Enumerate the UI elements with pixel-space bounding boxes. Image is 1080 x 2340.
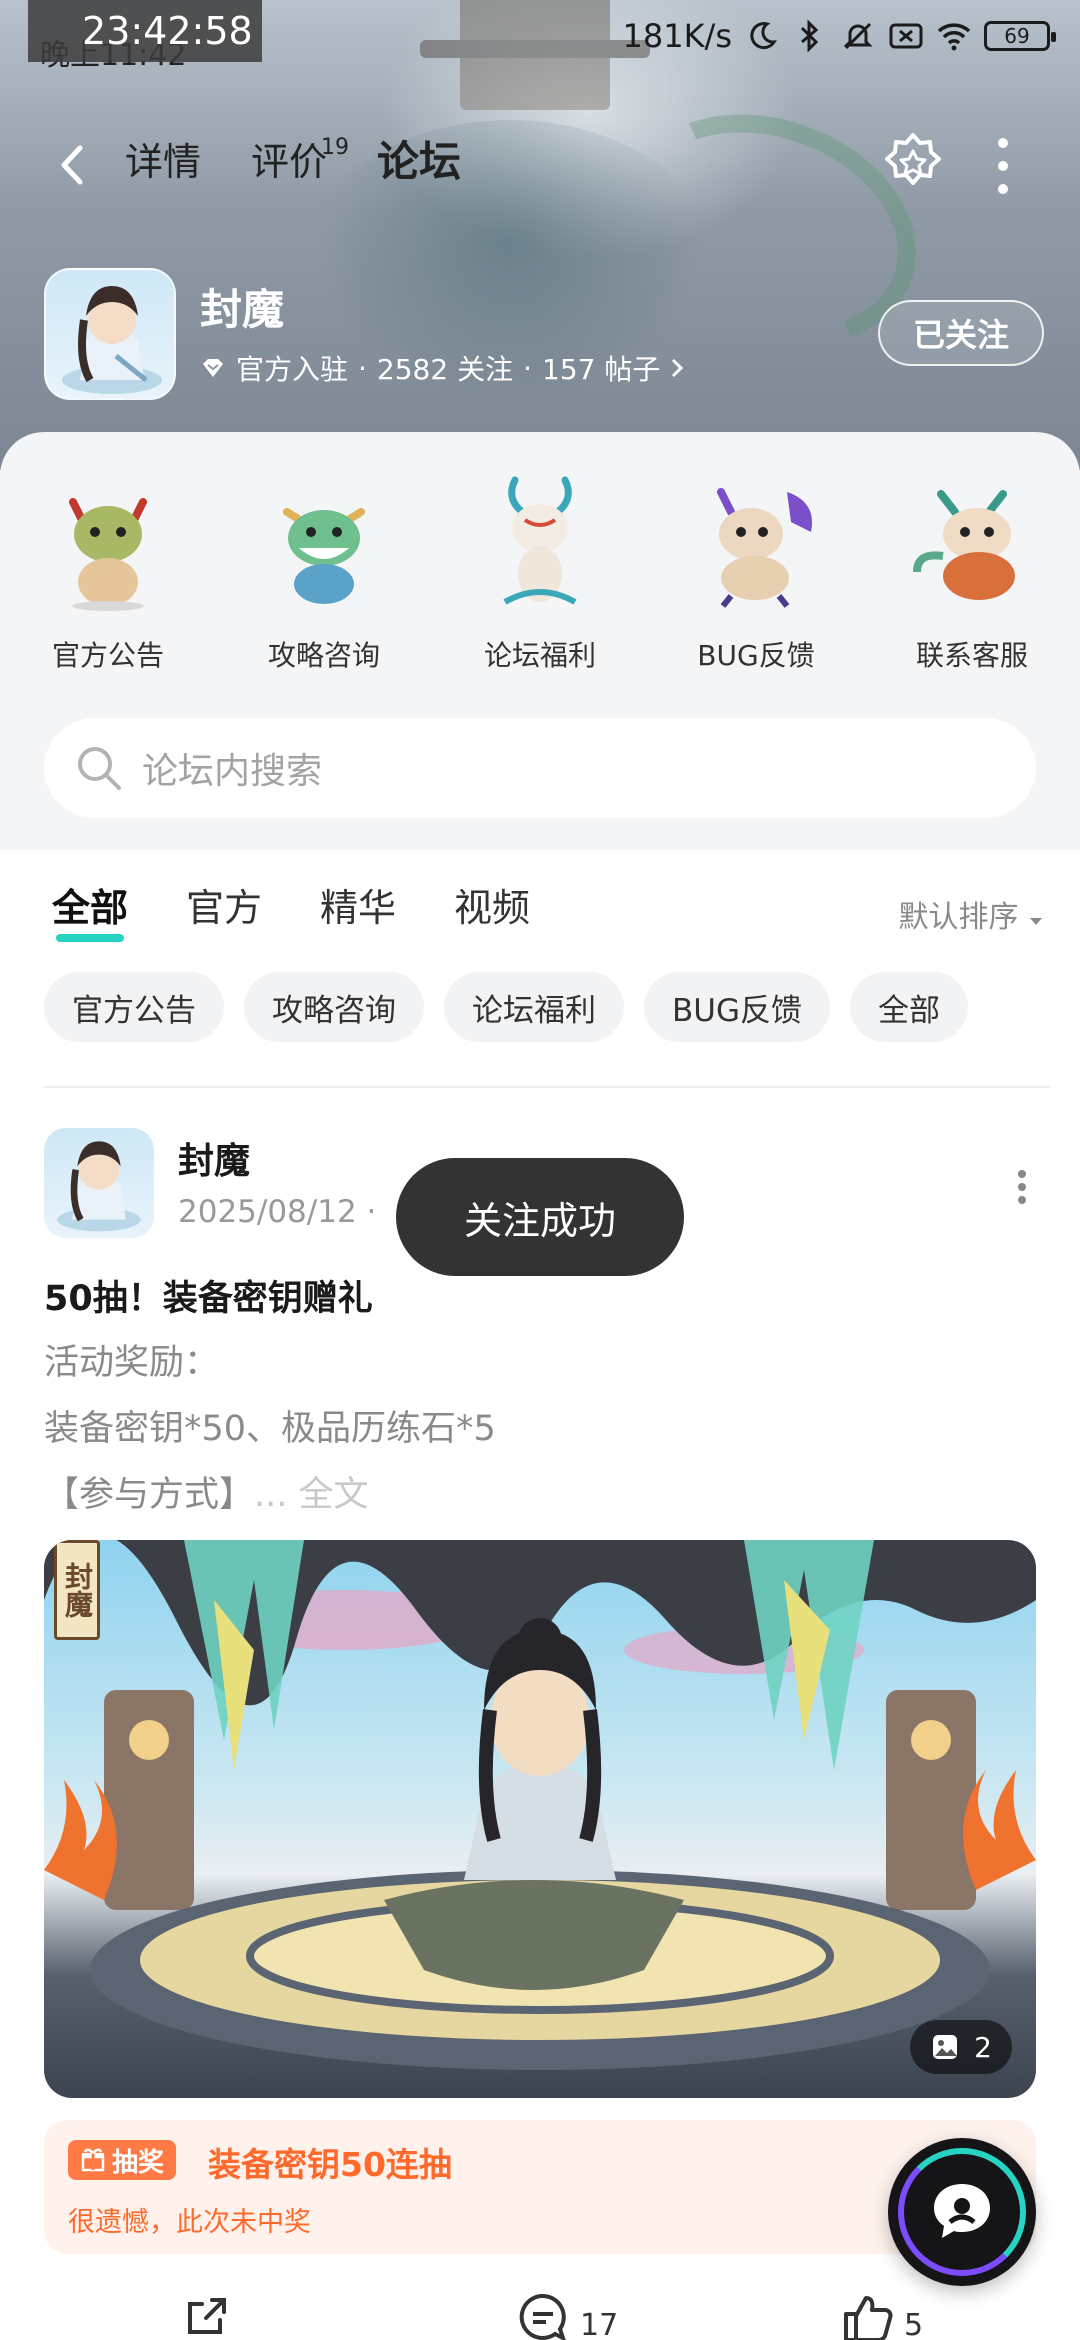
wifi-icon	[936, 18, 972, 54]
category-benefits[interactable]: 论坛福利	[432, 472, 648, 674]
image-gallery-icon	[933, 2035, 958, 2059]
caret-down-icon	[1030, 918, 1042, 925]
dragon-mascot-icon	[475, 472, 605, 612]
post-date: 2025/08/12 ·	[178, 1194, 377, 1230]
search-icon	[78, 747, 121, 790]
dragon-mascot-icon	[691, 472, 821, 612]
category-support[interactable]: 联系客服	[864, 472, 1080, 674]
post-more-button[interactable]	[1018, 1170, 1030, 1204]
chevron-left-icon	[61, 145, 83, 185]
post-filter: 全部 官方 精华 视频 默认排序 官方公告 攻略咨询 论坛福利 BUG反馈 全部	[0, 850, 1080, 1090]
filter-tab-featured[interactable]: 精华	[320, 880, 396, 936]
favorite-button[interactable]	[880, 130, 946, 196]
post-body[interactable]: 活动奖励： 装备密钥*50、极品历练石*5 【参与方式】... 全文	[44, 1330, 496, 1528]
image-count-badge: 2	[910, 2020, 1012, 2074]
forum-search-input[interactable]: 论坛内搜索	[44, 718, 1036, 818]
lottery-card[interactable]: 抽奖 装备密钥50连抽 很遗憾，此次未中奖	[44, 2120, 1036, 2254]
share-icon	[188, 2298, 226, 2334]
back-button[interactable]	[50, 140, 100, 190]
divider	[44, 1086, 1050, 1088]
category-announcement[interactable]: 官方公告	[0, 472, 216, 674]
filter-tab-official[interactable]: 官方	[186, 880, 262, 936]
network-speed: 181K/s	[622, 17, 732, 55]
chip-all[interactable]: 全部	[849, 972, 968, 1042]
filter-tab-video[interactable]: 视频	[454, 880, 530, 936]
filter-tab-all[interactable]: 全部	[52, 880, 128, 942]
like-button[interactable]: 5	[840, 2290, 923, 2340]
chip-benefits[interactable]: 论坛福利	[444, 972, 624, 1042]
dragon-mascot-icon	[43, 472, 173, 612]
dragon-mascot-icon	[907, 472, 1037, 612]
status-bar: 晚上11:42 23:42:58 181K/s 69	[0, 0, 1080, 73]
official-label: 官方入驻	[236, 353, 349, 386]
lottery-result: 很遗憾，此次未中奖	[68, 2207, 311, 2238]
game-header: 封魔 官方入驻 · 2582 关注 · 157 帖子 已关注	[44, 268, 1044, 400]
review-count-badge: 19	[321, 135, 350, 160]
toast-message: 关注成功	[396, 1158, 684, 1276]
verified-diamond-icon	[203, 359, 223, 377]
star-badge-icon	[885, 133, 941, 185]
category-guides[interactable]: 攻略咨询	[216, 472, 432, 674]
chevron-right-icon	[672, 358, 684, 378]
chip-announcement[interactable]: 官方公告	[44, 972, 224, 1042]
avatar[interactable]	[44, 1128, 154, 1238]
comment-icon	[519, 2293, 566, 2340]
post-author[interactable]: 封魔	[178, 1132, 250, 1184]
chat-bubble-icon	[934, 2184, 990, 2238]
post-actions: 17 5	[0, 2290, 1080, 2340]
post-count[interactable]: 157 帖子	[542, 348, 660, 388]
category-panel: 官方公告 攻略咨询 论坛福利 BUG反馈 联系客服 论坛内搜索	[0, 432, 1080, 850]
lottery-title: 装备密钥50连抽	[208, 2145, 452, 2184]
mute-bell-icon	[840, 18, 876, 54]
moon-icon	[744, 18, 780, 54]
search-placeholder: 论坛内搜索	[142, 751, 323, 792]
thumbs-up-icon	[844, 2296, 893, 2340]
lottery-badge: 抽奖	[68, 2140, 177, 2180]
game-logo-seal: 封魔	[54, 1540, 100, 1640]
sort-dropdown[interactable]: 默认排序	[898, 892, 1044, 936]
like-count: 5	[904, 2308, 924, 2340]
tab-details[interactable]: 详情	[125, 134, 201, 190]
category-bug-report[interactable]: BUG反馈	[648, 472, 864, 674]
follow-button[interactable]: 已关注	[878, 300, 1044, 366]
new-post-fab[interactable]	[888, 2138, 1036, 2286]
bluetooth-icon	[792, 18, 828, 54]
game-title: 封魔	[200, 285, 285, 334]
read-more-link[interactable]: ... 全文	[254, 1475, 369, 1515]
game-icon[interactable]	[44, 268, 176, 400]
post-image[interactable]: 封魔 2	[44, 1540, 1036, 2098]
share-button[interactable]	[180, 2290, 234, 2340]
post-title[interactable]: 50抽！装备密钥赠礼	[44, 1270, 373, 1321]
top-nav: 详情 评价 19 论坛	[0, 120, 1080, 210]
tab-reviews[interactable]: 评价 19	[251, 134, 349, 190]
gift-icon	[81, 2148, 105, 2172]
comment-button[interactable]: 17	[516, 2290, 618, 2340]
sim-off-icon	[888, 18, 924, 54]
more-options-button[interactable]	[990, 138, 1016, 194]
clock-overlay: 23:42:58	[28, 0, 262, 62]
battery-indicator: 69	[984, 21, 1056, 51]
chip-guides[interactable]: 攻略咨询	[244, 972, 424, 1042]
chip-bug-report[interactable]: BUG反馈	[644, 972, 830, 1042]
dragon-mascot-icon	[259, 472, 389, 612]
tab-forum[interactable]: 论坛	[377, 134, 462, 192]
comment-count: 17	[580, 2308, 619, 2340]
follower-count: 2582 关注	[376, 353, 514, 386]
